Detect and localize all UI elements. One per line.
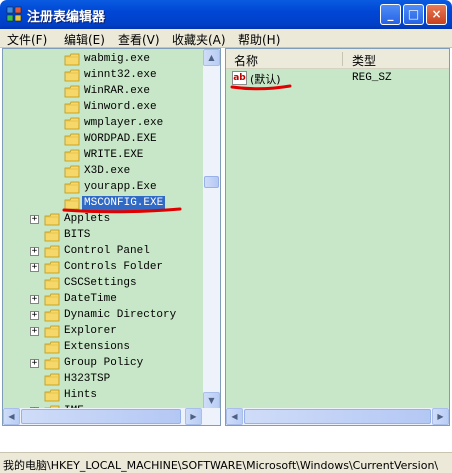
annotation-overlay	[62, 84, 292, 214]
status-path: 我的电脑\HKEY_LOCAL_MACHINE\SOFTWARE\Microso…	[3, 459, 439, 472]
annotation-underline-value	[230, 84, 292, 91]
status-bar: 我的电脑\HKEY_LOCAL_MACHINE\SOFTWARE\Microso…	[0, 452, 452, 473]
annotation-underline-tree	[62, 207, 182, 214]
